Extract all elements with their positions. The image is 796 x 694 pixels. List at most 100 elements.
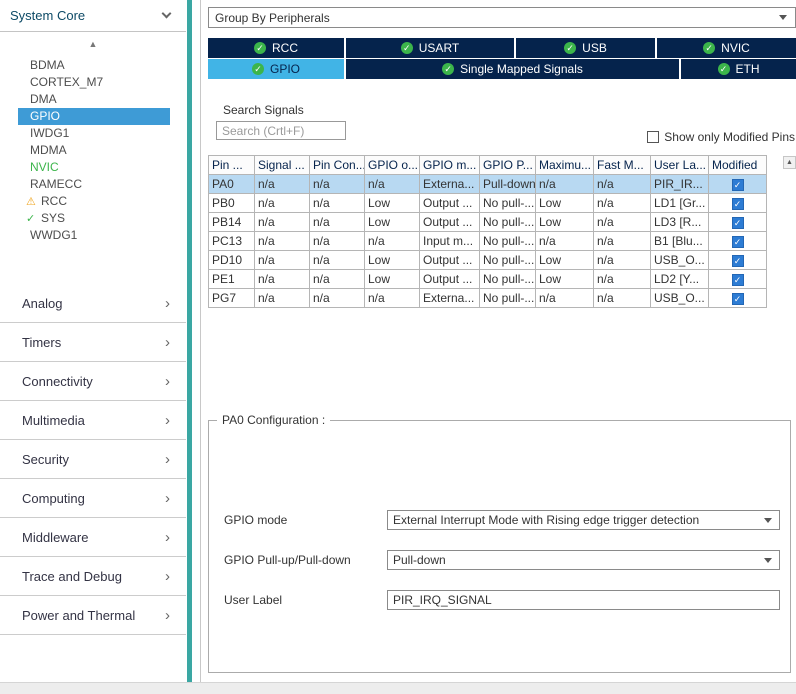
search-signals-label: Search Signals bbox=[223, 103, 304, 117]
table-row-pe1[interactable]: PE1 n/a n/a Low Output ... No pull-... L… bbox=[209, 270, 767, 289]
pane-splitter[interactable] bbox=[187, 0, 192, 694]
chevron-right-icon: › bbox=[165, 412, 170, 429]
tab-gpio[interactable]: ✓ GPIO bbox=[208, 59, 344, 79]
gpio-mode-label: GPIO mode bbox=[224, 513, 387, 527]
modified-checkbox[interactable]: ✓ bbox=[732, 179, 744, 191]
tab-rcc[interactable]: ✓ RCC bbox=[208, 38, 344, 58]
modified-checkbox[interactable]: ✓ bbox=[732, 198, 744, 210]
dropdown-arrow-icon bbox=[779, 15, 787, 20]
sidebar-peripheral-list: BDMA CORTEX_M7 DMA GPIO IWDG1 MDMA NVIC … bbox=[0, 57, 186, 244]
sidebar-item-sys[interactable]: ✓SYS bbox=[18, 210, 170, 227]
table-row-pb14[interactable]: PB14 n/a n/a Low Output ... No pull-... … bbox=[209, 213, 767, 232]
table-row-pd10[interactable]: PD10 n/a n/a Low Output ... No pull-... … bbox=[209, 251, 767, 270]
column-header-signal[interactable]: Signal ... bbox=[255, 156, 310, 175]
tab-eth[interactable]: ✓ ETH bbox=[681, 59, 796, 79]
dropdown-arrow-icon bbox=[764, 558, 772, 563]
gpio-mode-dropdown[interactable]: External Interrupt Mode with Rising edge… bbox=[387, 510, 780, 530]
config-group-title: PA0 Configuration : bbox=[217, 413, 330, 427]
checkbox-unchecked[interactable] bbox=[647, 131, 659, 143]
sidebar-item-ramecc[interactable]: RAMECC bbox=[18, 176, 170, 193]
chevron-right-icon: › bbox=[165, 373, 170, 390]
sidebar-category-multimedia[interactable]: Multimedia › bbox=[0, 401, 186, 440]
check-badge-icon: ✓ bbox=[564, 42, 576, 54]
group-by-value: Group By Peripherals bbox=[215, 11, 330, 25]
sidebar-category-list: Analog › Timers › Connectivity › Multime… bbox=[0, 284, 186, 635]
column-header-modified[interactable]: Modified bbox=[709, 156, 767, 175]
pa0-configuration-group: PA0 Configuration : GPIO mode External I… bbox=[208, 420, 791, 673]
sidebar-header-system-core[interactable]: System Core bbox=[0, 0, 186, 32]
column-header-pin-context[interactable]: Pin Con... bbox=[310, 156, 365, 175]
sidebar-category-analog[interactable]: Analog › bbox=[0, 284, 186, 323]
bottom-scrollbar-strip[interactable] bbox=[0, 682, 796, 694]
scroll-up-icon: ▲ bbox=[786, 159, 793, 166]
gpio-pull-label: GPIO Pull-up/Pull-down bbox=[224, 553, 387, 567]
gpio-pull-row: GPIO Pull-up/Pull-down Pull-down bbox=[224, 550, 780, 570]
gpio-pull-value: Pull-down bbox=[393, 553, 446, 567]
peripheral-tabs: ✓ RCC ✓ USART ✓ USB ✓ NVIC ✓ GPIO ✓ bbox=[208, 38, 796, 80]
show-only-modified-pins-toggle[interactable]: Show only Modified Pins bbox=[647, 130, 795, 144]
column-header-maximum[interactable]: Maximu... bbox=[536, 156, 594, 175]
gpio-pins-table: Pin ... Signal ... Pin Con... GPIO o... … bbox=[208, 155, 767, 308]
tab-single-mapped-signals[interactable]: ✓ Single Mapped Signals bbox=[346, 59, 679, 79]
sidebar-category-connectivity[interactable]: Connectivity › bbox=[0, 362, 186, 401]
column-header-gpio-output[interactable]: GPIO o... bbox=[365, 156, 420, 175]
sidebar-category-security[interactable]: Security › bbox=[0, 440, 186, 479]
tab-row-1: ✓ RCC ✓ USART ✓ USB ✓ NVIC bbox=[208, 38, 796, 58]
chevron-right-icon: › bbox=[165, 334, 170, 351]
tab-usart[interactable]: ✓ USART bbox=[346, 38, 514, 58]
sidebar-category-power-and-thermal[interactable]: Power and Thermal › bbox=[0, 596, 186, 635]
chevron-right-icon: › bbox=[165, 295, 170, 312]
user-label-row: User Label bbox=[224, 590, 780, 610]
table-row-pa0[interactable]: PA0 n/a n/a n/a Externa... Pull-down n/a… bbox=[209, 175, 767, 194]
peripherals-sidebar: System Core ▲ BDMA CORTEX_M7 DMA GPIO IW… bbox=[0, 0, 186, 682]
sidebar-category-timers[interactable]: Timers › bbox=[0, 323, 186, 362]
sidebar-item-wwdg1[interactable]: WWDG1 bbox=[18, 227, 170, 244]
chevron-right-icon: › bbox=[165, 451, 170, 468]
sidebar-item-iwdg1[interactable]: IWDG1 bbox=[18, 125, 170, 142]
search-input[interactable] bbox=[216, 121, 346, 140]
sidebar-item-bdma[interactable]: BDMA bbox=[18, 57, 170, 74]
sidebar-item-cortex-m7[interactable]: CORTEX_M7 bbox=[18, 74, 170, 91]
modified-checkbox[interactable]: ✓ bbox=[732, 293, 744, 305]
sidebar-category-computing[interactable]: Computing › bbox=[0, 479, 186, 518]
dropdown-arrow-icon bbox=[764, 518, 772, 523]
column-header-gpio-mode[interactable]: GPIO m... bbox=[420, 156, 480, 175]
table-row-pc13[interactable]: PC13 n/a n/a n/a Input m... No pull-... … bbox=[209, 232, 767, 251]
tab-nvic[interactable]: ✓ NVIC bbox=[657, 38, 796, 58]
sidebar-item-gpio[interactable]: GPIO bbox=[18, 108, 170, 125]
user-label-input[interactable] bbox=[387, 590, 780, 610]
table-scrollbar-up-button[interactable]: ▲ bbox=[783, 156, 796, 169]
check-badge-icon: ✓ bbox=[703, 42, 715, 54]
sidebar-item-dma[interactable]: DMA bbox=[18, 91, 170, 108]
sidebar-item-nvic[interactable]: NVIC bbox=[18, 159, 170, 176]
modified-checkbox[interactable]: ✓ bbox=[732, 255, 744, 267]
column-header-fast-mode[interactable]: Fast M... bbox=[594, 156, 651, 175]
gpio-mode-row: GPIO mode External Interrupt Mode with R… bbox=[224, 510, 780, 530]
check-badge-icon: ✓ bbox=[252, 63, 264, 75]
modified-checkbox[interactable]: ✓ bbox=[732, 217, 744, 229]
group-by-dropdown[interactable]: Group By Peripherals bbox=[208, 7, 796, 28]
sidebar-item-mdma[interactable]: MDMA bbox=[18, 142, 170, 159]
tab-usb[interactable]: ✓ USB bbox=[516, 38, 655, 58]
warning-icon: ⚠ bbox=[26, 194, 41, 211]
show-only-modified-pins-label: Show only Modified Pins bbox=[664, 130, 795, 144]
mode-configuration-pane: Group By Peripherals ✓ RCC ✓ USART ✓ USB… bbox=[200, 0, 796, 682]
chevron-right-icon: › bbox=[165, 529, 170, 546]
sidebar-item-rcc[interactable]: ⚠RCC bbox=[18, 193, 170, 210]
column-header-pin[interactable]: Pin ... bbox=[209, 156, 255, 175]
sidebar-category-trace-and-debug[interactable]: Trace and Debug › bbox=[0, 557, 186, 596]
modified-checkbox[interactable]: ✓ bbox=[732, 274, 744, 286]
table-header-row: Pin ... Signal ... Pin Con... GPIO o... … bbox=[209, 156, 767, 175]
tab-row-2: ✓ GPIO ✓ Single Mapped Signals ✓ ETH bbox=[208, 59, 796, 79]
scroll-up-icon: ▲ bbox=[89, 39, 98, 49]
column-header-user-label[interactable]: User La... bbox=[651, 156, 709, 175]
sidebar-category-middleware[interactable]: Middleware › bbox=[0, 518, 186, 557]
gpio-pull-dropdown[interactable]: Pull-down bbox=[387, 550, 780, 570]
chevron-right-icon: › bbox=[165, 568, 170, 585]
table-row-pb0[interactable]: PB0 n/a n/a Low Output ... No pull-... L… bbox=[209, 194, 767, 213]
table-row-pg7[interactable]: PG7 n/a n/a n/a Externa... No pull-... n… bbox=[209, 289, 767, 308]
modified-checkbox[interactable]: ✓ bbox=[732, 236, 744, 248]
chevron-right-icon: › bbox=[165, 607, 170, 624]
column-header-gpio-pull[interactable]: GPIO P... bbox=[480, 156, 536, 175]
sidebar-scroll-up-button[interactable]: ▲ bbox=[0, 32, 186, 57]
